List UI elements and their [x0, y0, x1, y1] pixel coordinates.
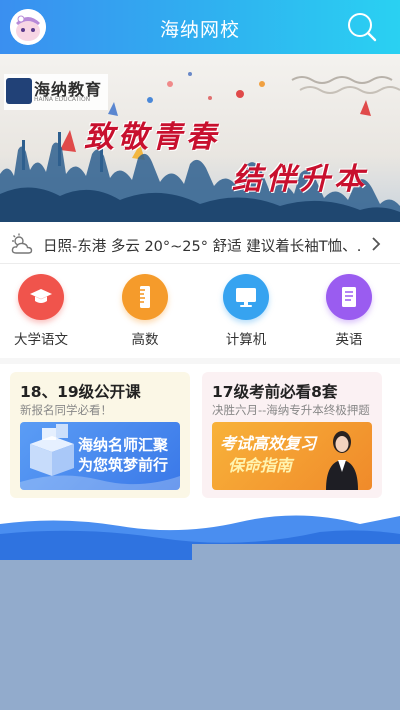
promo-banner[interactable]: 海纳教育 HAINA EDUCATION 致敬青春 结伴升本	[0, 54, 400, 222]
promo-text-line2: 为您筑梦前行	[78, 456, 169, 474]
promo-text-line1: 考试高效复习	[220, 434, 317, 453]
category-icon-bg	[223, 274, 269, 320]
category-icon-bg	[122, 274, 168, 320]
teacher-photo-icon	[326, 431, 358, 490]
app-header: 海纳网校	[0, 0, 400, 54]
category-icon-bg	[326, 274, 372, 320]
card-promo-image: 考试高效复习 保命指南	[212, 422, 372, 490]
dim-overlay	[0, 560, 400, 710]
logo-mark-icon	[6, 78, 32, 104]
category-item-math[interactable]: 高数	[105, 272, 185, 352]
banner-logo: 海纳教育 HAINA EDUCATION	[4, 74, 108, 110]
weather-bar[interactable]: 日照-东港 多云 20°~25° 舒适 建议着长袖T恤、…	[0, 224, 400, 264]
category-label: 大学语文	[14, 332, 68, 348]
card-title: 17级考前必看8套	[212, 383, 338, 401]
banner-slogan-line2: 结伴升本	[232, 162, 368, 197]
category-item-chinese[interactable]: 大学语文	[1, 272, 81, 352]
search-button[interactable]	[346, 11, 378, 43]
graduation-cap-icon	[30, 289, 52, 303]
page-title: 海纳网校	[159, 19, 240, 41]
card-subtitle: 新报名同学必看！	[20, 403, 112, 417]
card-promo-image: 海纳名师汇聚 为您筑梦前行	[20, 422, 180, 490]
weather-text: 日照-东港 多云 20°~25° 舒适 建议着长袖T恤、…	[43, 239, 361, 255]
book-icon	[342, 287, 356, 307]
category-label: 高数	[131, 332, 159, 348]
category-item-computer[interactable]: 计算机	[206, 272, 286, 352]
promo-text-line2: 保命指南	[228, 456, 293, 475]
card-open-course[interactable]: 18、19级公开课 新报名同学必看！ 海纳名师汇聚 为您筑梦前行	[10, 372, 190, 498]
category-label: 英语	[335, 332, 363, 348]
chevron-right-icon	[372, 237, 381, 251]
search-icon	[348, 13, 377, 42]
card-subtitle: 决胜六月--海纳专升本终极押题	[212, 403, 370, 417]
cloud-sun-icon	[11, 233, 33, 254]
ruler-icon	[140, 286, 150, 308]
category-icon-bg	[18, 274, 64, 320]
category-label: 计算机	[225, 332, 267, 348]
logo-subtext: HAINA EDUCATION	[34, 96, 91, 103]
category-nav: 大学语文 高数 计算机 英语	[0, 272, 400, 352]
monitor-icon	[236, 288, 256, 307]
banner-slogan-line1: 致敬青春	[84, 120, 220, 155]
card-title: 18、19级公开课	[20, 383, 141, 401]
category-item-english[interactable]: 英语	[309, 272, 389, 352]
section-divider	[0, 358, 400, 364]
promo-text-line1: 海纳名师汇聚	[78, 436, 169, 454]
card-exam-prep[interactable]: 17级考前必看8套 决胜六月--海纳专升本终极押题 考试高效复习 保命指南	[202, 372, 382, 498]
